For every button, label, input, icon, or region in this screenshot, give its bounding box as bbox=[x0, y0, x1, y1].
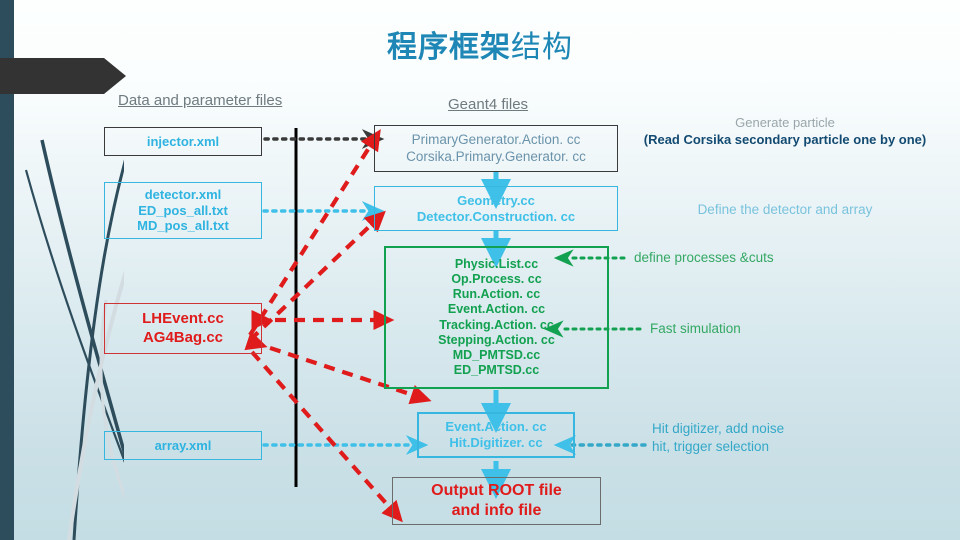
annotation-generate-bold-text: Read Corsika secondary particle one by o… bbox=[648, 131, 922, 147]
box-hit-digitizer[interactable]: Event.Action. cc Hit.Digitizer. cc bbox=[417, 412, 575, 458]
box-output-line-1: and info file bbox=[451, 502, 542, 519]
box-lhevent[interactable]: LHEvent.cc AG4Bag.cc bbox=[104, 303, 262, 354]
box-geometry[interactable]: Geometry.cc Detector.Construction. cc bbox=[374, 186, 618, 231]
box-physics-line-6: MD_PMTSD.cc bbox=[452, 348, 541, 362]
box-primary-line-1: Corsika.Primary.Generator. cc bbox=[406, 148, 586, 164]
annotation-generate-plain: Generate particle bbox=[735, 115, 835, 130]
annotation-define-detector: Define the detector and array bbox=[697, 202, 873, 217]
box-detector-line-0: detector.xml bbox=[144, 186, 222, 202]
box-detector-line-2: MD_pos_all.txt bbox=[137, 218, 229, 234]
box-physics-line-3: Event.Action. cc bbox=[447, 302, 546, 317]
box-injector-line-0: injector.xml bbox=[146, 133, 220, 149]
box-physics-line-5: Stepping.Action. cc bbox=[438, 332, 555, 347]
annotation-generate-particle: Generate particle (Read Corsika secondar… bbox=[630, 115, 940, 149]
box-injector-xml[interactable]: injector.xml bbox=[104, 127, 262, 156]
page-title-rest: 结构 bbox=[511, 30, 573, 65]
annotation-hit-digitizer-line-1: hit, trigger selection bbox=[652, 438, 770, 454]
box-detector-xml[interactable]: detector.xml ED_pos_all.txt MD_pos_all.t… bbox=[104, 182, 262, 239]
box-array-xml[interactable]: array.xml bbox=[104, 431, 262, 460]
box-digitizer-line-1: Hit.Digitizer. cc bbox=[449, 435, 543, 450]
paren-close: ) bbox=[921, 131, 927, 147]
page-title: 程序框架结构 bbox=[0, 22, 960, 66]
box-physics-line-0: Physic.List.cc bbox=[454, 256, 539, 271]
annotation-hit-digitizer-line-0: Hit digitizer, add noise bbox=[652, 421, 785, 436]
annotation-define-processes: define processes &cuts bbox=[634, 250, 774, 265]
box-primary-line-0: PrimaryGenerator.Action. cc bbox=[411, 132, 581, 148]
box-output-root[interactable]: Output ROOT file and info file bbox=[392, 477, 601, 525]
box-physics-line-7: ED_PMTSD.cc bbox=[453, 363, 540, 378]
slide-canvas: 程序框架结构 Data and parameter files Geant4 f… bbox=[0, 0, 960, 540]
annotation-generate-bold: (Read Corsika secondary particle one by … bbox=[630, 132, 940, 149]
box-digitizer-line-0: Event.Action. cc bbox=[445, 419, 547, 435]
box-output-line-0: Output ROOT file bbox=[431, 482, 562, 500]
column-heading-middle: Geant4 files bbox=[448, 96, 529, 113]
arrow-lhevent-to-geometry bbox=[248, 210, 386, 342]
arrow-lhevent-to-primary bbox=[248, 129, 381, 337]
box-geometry-line-1: Detector.Construction. cc bbox=[416, 208, 576, 224]
column-heading-left: Data and parameter files bbox=[118, 92, 283, 109]
annotation-fast-simulation: Fast simulation bbox=[650, 321, 741, 336]
arrow-lhevent-to-output bbox=[250, 350, 403, 523]
box-primary-generator[interactable]: PrimaryGenerator.Action. cc Corsika.Prim… bbox=[374, 125, 618, 172]
box-lhevent-line-1: AG4Bag.cc bbox=[142, 328, 224, 346]
box-geometry-line-0: Geometry.cc bbox=[457, 192, 535, 208]
box-array-line-0: array.xml bbox=[154, 437, 212, 453]
page-title-bold: 程序框架 bbox=[387, 30, 511, 65]
box-physics-actions[interactable]: Physic.List.cc Op.Process. cc Run.Action… bbox=[384, 246, 609, 389]
box-physics-line-1: Op.Process. cc bbox=[451, 271, 542, 286]
box-physics-line-2: Run.Action. cc bbox=[452, 287, 541, 301]
box-lhevent-line-0: LHEvent.cc bbox=[142, 310, 224, 328]
box-detector-line-1: ED_pos_all.txt bbox=[138, 202, 228, 218]
annotation-hit-digitizer: Hit digitizer, add noise hit, trigger se… bbox=[652, 420, 784, 455]
box-physics-line-4: Tracking.Action. cc bbox=[439, 317, 554, 332]
